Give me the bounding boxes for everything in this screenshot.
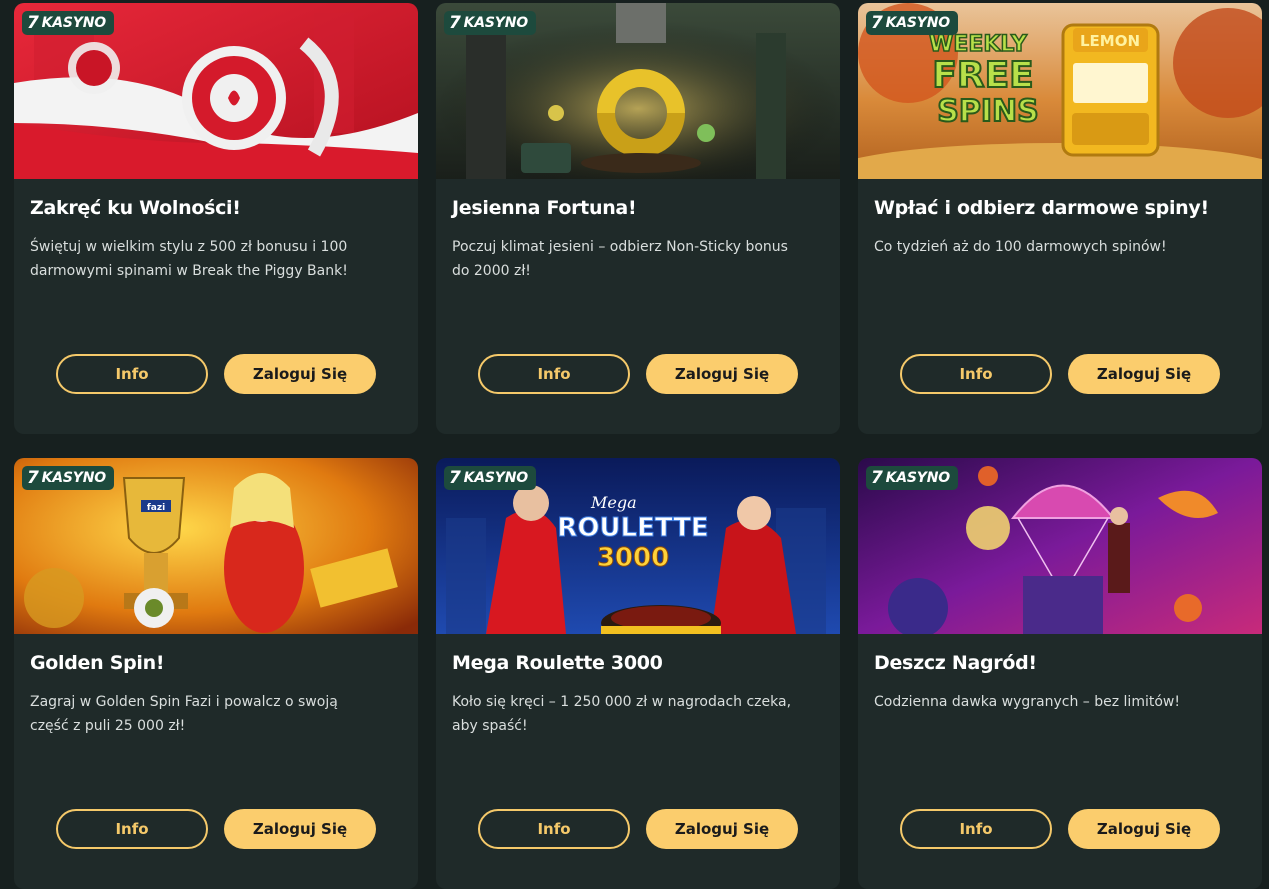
info-button[interactable]: Info <box>900 354 1052 394</box>
promo-card: 7 KASYNO Zakręć ku Wolności! Świętuj w w… <box>14 3 418 434</box>
promo-card: Mega ROULETTE 3000 7 KASYNO Mega Roulett… <box>436 458 840 889</box>
banner-weekly-text: WEEKLY <box>929 32 1028 57</box>
login-button[interactable]: Zaloguj Się <box>224 809 376 849</box>
banner-fazi-text: fazi <box>147 503 165 513</box>
badge-label: KASYNO <box>41 15 107 31</box>
casino-badge: 7 KASYNO <box>866 11 958 35</box>
banner-free-text: FREE <box>932 55 1034 96</box>
badge-label: KASYNO <box>885 470 951 486</box>
promo-banner-prize-rain[interactable]: 7 KASYNO <box>858 458 1262 634</box>
casino-badge: 7 KASYNO <box>444 466 536 490</box>
promo-description: Co tydzień aż do 100 darmowych spinów! <box>874 239 1167 255</box>
promotions-grid: 7 KASYNO Zakręć ku Wolności! Świętuj w w… <box>14 3 1262 889</box>
promo-title: Deszcz Nagród! <box>874 652 1037 674</box>
promo-banner-autumn[interactable]: 7 KASYNO <box>436 3 840 179</box>
info-button[interactable]: Info <box>56 354 208 394</box>
promo-title: Jesienna Fortuna! <box>452 197 637 219</box>
promo-banner-mega-roulette[interactable]: Mega ROULETTE 3000 7 KASYNO <box>436 458 840 634</box>
seven-logo-icon: 7 <box>871 467 883 488</box>
promo-card: 7 KASYNO Jesienna Fortuna! Poczuj klimat… <box>436 3 840 434</box>
info-button[interactable]: Info <box>56 809 208 849</box>
info-button[interactable]: Info <box>900 809 1052 849</box>
promo-description: Poczuj klimat jesieni – odbierz Non-Stic… <box>452 239 788 279</box>
promo-banner-weekly-spins[interactable]: WEEKLY FREE SPINS LEMON 7 KASYNO <box>858 3 1262 179</box>
promo-description: Świętuj w wielkim stylu z 500 zł bonusu … <box>30 239 348 279</box>
login-button[interactable]: Zaloguj Się <box>1068 809 1220 849</box>
promo-card: WEEKLY FREE SPINS LEMON 7 KASYNO Wpłać i… <box>858 3 1262 434</box>
promo-banner-freedom[interactable]: 7 KASYNO <box>14 3 418 179</box>
casino-badge: 7 KASYNO <box>22 466 114 490</box>
seven-logo-icon: 7 <box>449 12 461 33</box>
casino-badge: 7 KASYNO <box>866 466 958 490</box>
promo-card: 7 KASYNO Deszcz Nagród! Codzienna dawka … <box>858 458 1262 889</box>
casino-badge: 7 KASYNO <box>444 11 536 35</box>
info-button[interactable]: Info <box>478 809 630 849</box>
seven-logo-icon: 7 <box>27 467 39 488</box>
promo-title: Mega Roulette 3000 <box>452 652 663 674</box>
seven-logo-icon: 7 <box>27 12 39 33</box>
badge-label: KASYNO <box>885 15 951 31</box>
seven-logo-icon: 7 <box>871 12 883 33</box>
login-button[interactable]: Zaloguj Się <box>224 354 376 394</box>
seven-logo-icon: 7 <box>449 467 461 488</box>
login-button[interactable]: Zaloguj Się <box>646 354 798 394</box>
promo-title: Wpłać i odbierz darmowe spiny! <box>874 197 1209 219</box>
promo-description: Codzienna dawka wygranych – bez limitów! <box>874 694 1180 710</box>
banner-3000-text: 3000 <box>597 543 669 573</box>
promo-card: fazi 7 KASYNO Golden Spin! Zagraj w Gold… <box>14 458 418 889</box>
login-button[interactable]: Zaloguj Się <box>646 809 798 849</box>
badge-label: KASYNO <box>463 470 529 486</box>
promo-banner-golden-spin[interactable]: fazi 7 KASYNO <box>14 458 418 634</box>
banner-roulette-text: ROULETTE <box>557 513 708 543</box>
promo-title: Zakręć ku Wolności! <box>30 197 241 219</box>
badge-label: KASYNO <box>41 470 107 486</box>
badge-label: KASYNO <box>463 15 529 31</box>
banner-spins-text: SPINS <box>937 94 1038 129</box>
info-button[interactable]: Info <box>478 354 630 394</box>
banner-mega-text: Mega <box>590 493 637 512</box>
promo-title: Golden Spin! <box>30 652 165 674</box>
banner-lemon-text: LEMON <box>1080 32 1140 50</box>
promo-description: Koło się kręci – 1 250 000 zł w nagrodac… <box>452 694 792 734</box>
casino-badge: 7 KASYNO <box>22 11 114 35</box>
promo-description: Zagraj w Golden Spin Fazi i powalcz o sw… <box>30 694 338 734</box>
login-button[interactable]: Zaloguj Się <box>1068 354 1220 394</box>
